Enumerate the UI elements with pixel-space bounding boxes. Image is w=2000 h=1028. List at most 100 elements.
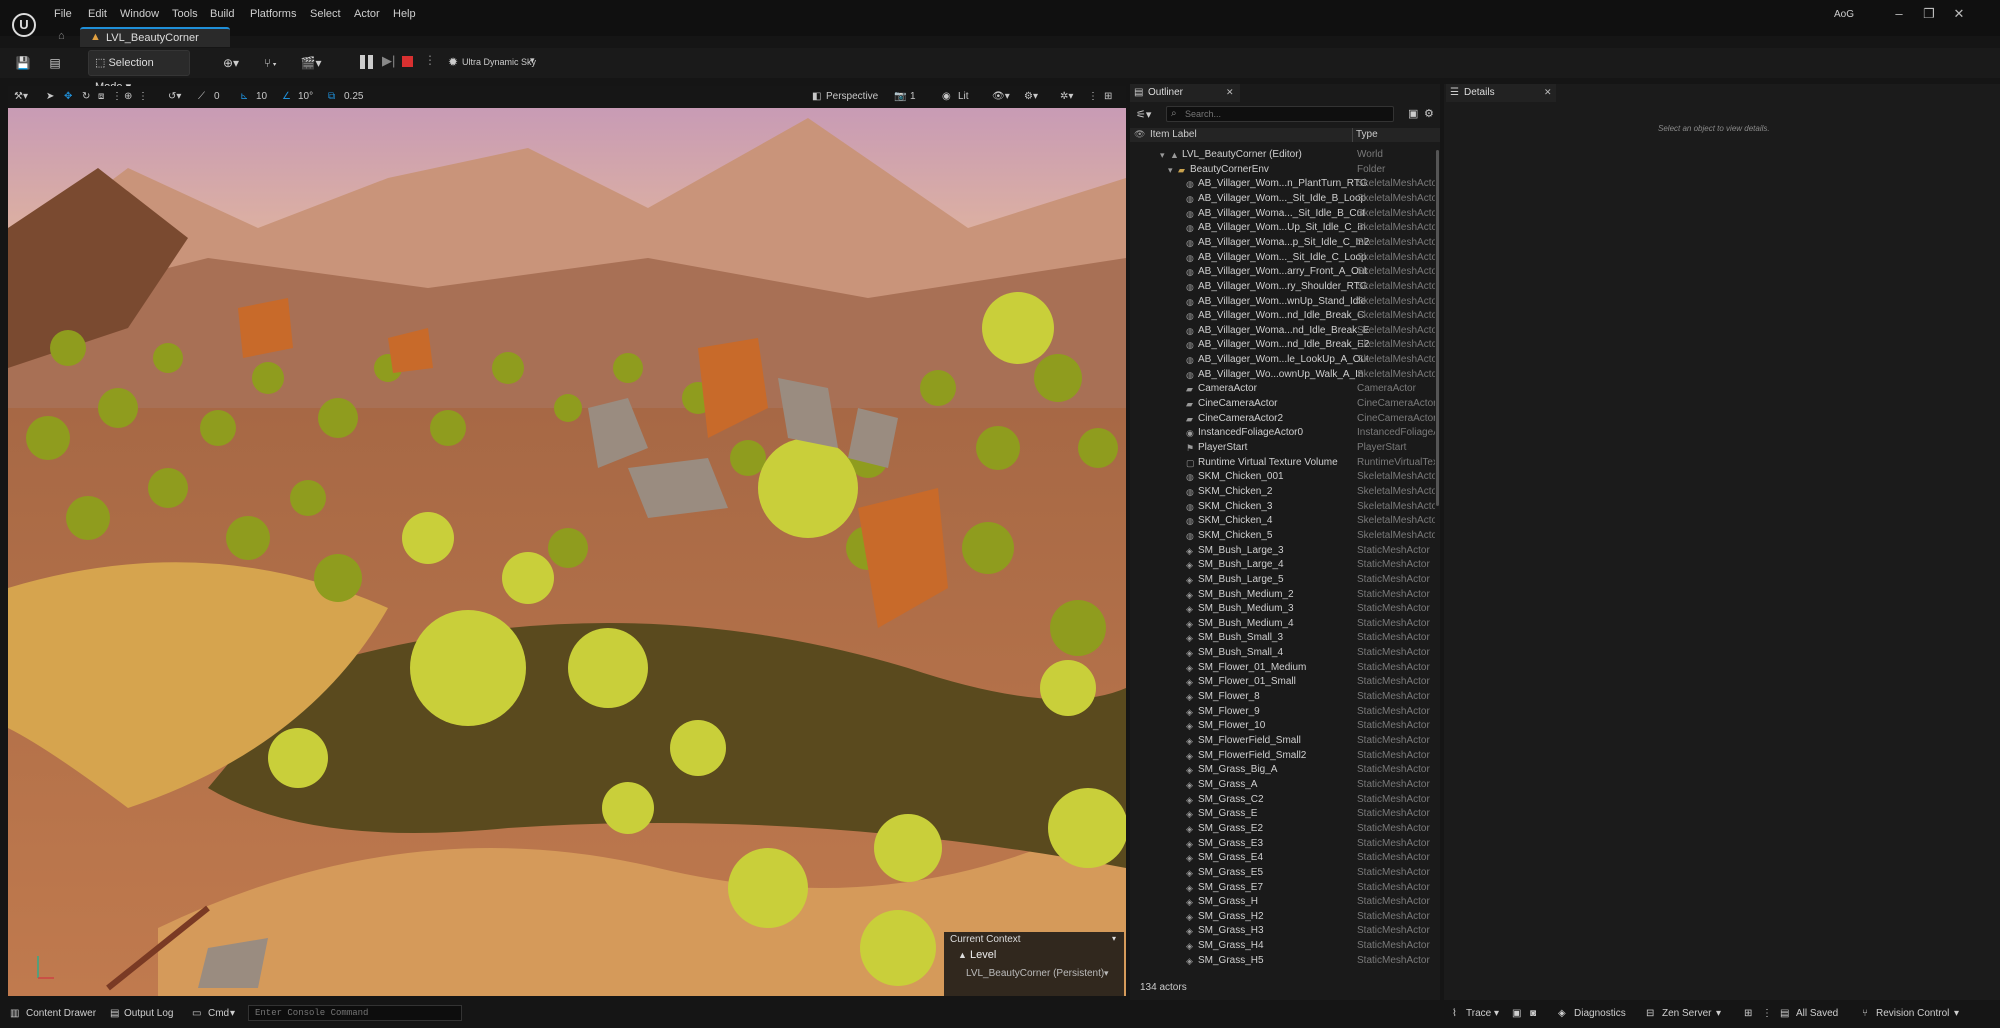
outliner-row[interactable]: ◈ SM_Flower_9 StaticMeshActor bbox=[1132, 705, 1437, 719]
scale-tool-icon[interactable]: ⧈ bbox=[98, 87, 104, 107]
close-icon[interactable]: ✕ bbox=[1944, 6, 1974, 22]
outliner-row[interactable]: ◈ SM_Grass_E5 StaticMeshActor bbox=[1132, 866, 1437, 880]
outliner-row[interactable]: ◍ AB_Villager_Wom...arry_Front_A_Out Skele… bbox=[1132, 265, 1437, 279]
stop-icon[interactable] bbox=[402, 56, 413, 67]
cmd-dropdown[interactable]: Cmd bbox=[208, 1005, 229, 1023]
outliner-row[interactable]: ◍ SKM_Chicken_001 SkeletalMeshActor bbox=[1132, 470, 1437, 484]
details-tab-close-icon[interactable]: ✕ bbox=[1544, 87, 1552, 98]
skip-frame-icon[interactable]: ▶| bbox=[382, 53, 395, 69]
trace-dropdown-icon[interactable]: ▾ bbox=[1494, 1005, 1499, 1023]
outliner-row[interactable]: ◈ SM_Grass_H2 StaticMeshActor bbox=[1132, 910, 1437, 924]
outliner-row[interactable]: ◈ SM_Grass_Big_A StaticMeshActor bbox=[1132, 763, 1437, 777]
add-actor-icon[interactable]: ⊕▾ bbox=[216, 52, 246, 74]
snap-translate-value[interactable]: 0 bbox=[214, 87, 220, 107]
status-options-icon[interactable]: ⋮ bbox=[1762, 1005, 1772, 1023]
outliner-row[interactable]: ◍ AB_Villager_Woma...p_Sit_Idle_C_In2 Skel… bbox=[1132, 236, 1437, 250]
outliner-row[interactable]: ◍ AB_Villager_Wom..._Sit_Idle_B_Loop Skele… bbox=[1132, 192, 1437, 206]
outliner-row[interactable]: ◍ SKM_Chicken_5 SkeletalMeshActor bbox=[1132, 529, 1437, 543]
unreal-logo-icon[interactable]: U bbox=[12, 13, 36, 37]
browse-icon[interactable]: ▤ bbox=[44, 52, 66, 74]
outliner-row[interactable]: ◈ SM_Grass_E4 StaticMeshActor bbox=[1132, 851, 1437, 865]
outliner-row[interactable]: ◈ SM_Grass_E2 StaticMeshActor bbox=[1132, 822, 1437, 836]
coord-menu-icon[interactable]: ⋮ bbox=[138, 87, 148, 107]
rotate-tool-icon[interactable]: ↻ bbox=[82, 87, 90, 107]
outliner-row[interactable]: ◈ SM_Flower_10 StaticMeshActor bbox=[1132, 719, 1437, 733]
menu-build[interactable]: Build bbox=[210, 8, 234, 26]
outliner-row[interactable]: ⚑ PlayerStart PlayerStart bbox=[1132, 441, 1437, 455]
derived-data-icon[interactable]: ⊞ bbox=[1744, 1005, 1752, 1023]
outliner-row[interactable]: ◈ SM_Grass_H4 StaticMeshActor bbox=[1132, 939, 1437, 953]
outliner-row[interactable]: ◉ InstancedFoliageActor0 InstancedFoliageA… bbox=[1132, 426, 1437, 440]
content-drawer-button[interactable]: Content Drawer bbox=[26, 1005, 96, 1023]
menu-select[interactable]: Select bbox=[310, 8, 341, 26]
screenshot-icon[interactable]: ◙ bbox=[1530, 1005, 1536, 1023]
outliner-row[interactable]: ◍ AB_Villager_Wom...le_LookUp_A_Out Skelet… bbox=[1132, 353, 1437, 367]
expand-arrow-icon[interactable]: ▾ bbox=[1160, 148, 1165, 162]
outliner-row[interactable]: ◈ SM_Bush_Large_3 StaticMeshActor bbox=[1132, 544, 1437, 558]
lit-button[interactable]: Lit bbox=[958, 87, 969, 107]
outliner-row[interactable]: ◈ SM_Bush_Large_4 StaticMeshActor bbox=[1132, 558, 1437, 572]
outliner-row[interactable]: ◍ AB_Villager_Wom..._Sit_Idle_C_Loop Skele… bbox=[1132, 251, 1437, 265]
outliner-row[interactable]: ◍ AB_Villager_Woma..._Sit_Idle_B_Cut Skele… bbox=[1132, 207, 1437, 221]
translate-snap-icon[interactable]: ⊾ bbox=[240, 87, 248, 107]
menu-platforms[interactable]: Platforms bbox=[250, 8, 296, 26]
play-options-icon[interactable]: ⋮ bbox=[424, 53, 436, 67]
menu-file[interactable]: File bbox=[54, 8, 72, 26]
outliner-row[interactable]: ◍ AB_Villager_Wo...ownUp_Walk_A_In Skeleta… bbox=[1132, 368, 1437, 382]
transform-options-icon[interactable]: ⋮ bbox=[112, 87, 122, 107]
menu-window[interactable]: Window bbox=[120, 8, 159, 26]
outliner-row[interactable]: ◈ SM_Flower_01_Medium StaticMeshActor bbox=[1132, 661, 1437, 675]
snap-scale-value[interactable]: 0.25 bbox=[344, 87, 363, 107]
content-browser-icon[interactable]: ⌂ bbox=[58, 30, 65, 42]
world-space-icon[interactable]: ⊕ bbox=[124, 87, 132, 107]
cinematics-icon[interactable]: 🎬▾ bbox=[296, 52, 326, 74]
blueprint-icon[interactable]: ⑂▾ bbox=[256, 52, 286, 74]
outliner-row[interactable]: ◈ SM_Grass_C2 StaticMeshActor bbox=[1132, 793, 1437, 807]
filter-icon[interactable]: ⚟▾ bbox=[1136, 108, 1151, 121]
cmd-dropdown-icon[interactable]: ▾ bbox=[230, 1005, 235, 1023]
revision-dropdown-icon[interactable]: ▾ bbox=[1954, 1005, 1959, 1023]
outliner-row[interactable]: ◈ SM_Grass_H5 StaticMeshActor bbox=[1132, 954, 1437, 968]
outliner-row[interactable]: ◈ SM_Bush_Medium_2 StaticMeshActor bbox=[1132, 588, 1437, 602]
outliner-row[interactable]: ◍ SKM_Chicken_3 SkeletalMeshActor bbox=[1132, 500, 1437, 514]
layout-icon[interactable]: ⊞ bbox=[1104, 87, 1112, 107]
outliner-row[interactable]: ◍ SKM_Chicken_2 SkeletalMeshActor bbox=[1132, 485, 1437, 499]
outliner-row[interactable]: ◈ SM_Grass_E7 StaticMeshActor bbox=[1132, 881, 1437, 895]
revision-control-button[interactable]: Revision Control bbox=[1876, 1005, 1949, 1023]
outliner-row[interactable]: ◈ SM_FlowerField_Small2 StaticMeshActor bbox=[1132, 749, 1437, 763]
console-command-input[interactable] bbox=[248, 1005, 462, 1021]
add-folder-icon[interactable]: ▣ bbox=[1408, 107, 1418, 120]
outliner-row[interactable]: ◈ SM_Grass_E3 StaticMeshActor bbox=[1132, 837, 1437, 851]
minimize-icon[interactable]: – bbox=[1884, 6, 1914, 21]
outliner-row[interactable]: ◈ SM_Bush_Large_5 StaticMeshActor bbox=[1132, 573, 1437, 587]
outliner-row[interactable]: ▰ CameraActor CameraActor bbox=[1132, 382, 1437, 396]
outliner-row[interactable]: ◍ AB_Villager_Wom...nd_Idle_Break_C Skelet… bbox=[1132, 309, 1437, 323]
settings-icon[interactable]: ✲▾ bbox=[1060, 87, 1073, 107]
menu-edit[interactable]: Edit bbox=[88, 8, 107, 26]
all-saved-status[interactable]: All Saved bbox=[1796, 1005, 1838, 1023]
viewport-options-icon[interactable]: ⋮ bbox=[1088, 87, 1098, 107]
save-icon[interactable]: 💾 bbox=[12, 52, 34, 74]
trace-button[interactable]: Trace bbox=[1466, 1005, 1491, 1023]
persistent-level-selector[interactable]: LVL_BeautyCorner (Persistent) bbox=[966, 968, 1104, 979]
outliner-tab[interactable]: Outliner bbox=[1130, 84, 1240, 102]
outliner-row[interactable]: ◍ AB_Villager_Wom...wnUp_Stand_Idle Skelet… bbox=[1132, 295, 1437, 309]
outliner-row[interactable]: ◈ SM_Bush_Medium_3 StaticMeshActor bbox=[1132, 602, 1437, 616]
perspective-button[interactable]: Perspective bbox=[826, 87, 878, 107]
outliner-row[interactable]: ◈ SM_Grass_H StaticMeshActor bbox=[1132, 895, 1437, 909]
context-collapse-icon[interactable]: ▾ bbox=[1112, 934, 1116, 943]
outliner-row[interactable]: ◈ SM_Grass_E StaticMeshActor bbox=[1132, 807, 1437, 821]
performance-icon[interactable]: ⚙▾ bbox=[1024, 87, 1038, 107]
outliner-row[interactable]: ◈ SM_Bush_Small_3 StaticMeshActor bbox=[1132, 631, 1437, 645]
outliner-search[interactable]: ⌕ bbox=[1166, 106, 1394, 122]
scale-snap-icon[interactable]: ⧉ bbox=[328, 87, 335, 107]
outliner-row[interactable]: ◈ SM_Grass_A StaticMeshActor bbox=[1132, 778, 1437, 792]
trace-options-icon[interactable]: ▣ bbox=[1512, 1005, 1521, 1023]
persistent-dropdown-icon[interactable]: ▾ bbox=[1104, 968, 1109, 979]
outliner-row[interactable]: ◈ SM_Flower_8 StaticMeshActor bbox=[1132, 690, 1437, 704]
outliner-row[interactable]: ▰ CineCameraActor CineCameraActor bbox=[1132, 397, 1437, 411]
pause-icon[interactable] bbox=[360, 55, 365, 69]
col-type[interactable]: Type bbox=[1356, 129, 1378, 140]
zen-dropdown-icon[interactable]: ▾ bbox=[1716, 1005, 1721, 1023]
outliner-row[interactable]: ◍ AB_Villager_Wom...Up_Sit_Idle_C_In Skele… bbox=[1132, 221, 1437, 235]
